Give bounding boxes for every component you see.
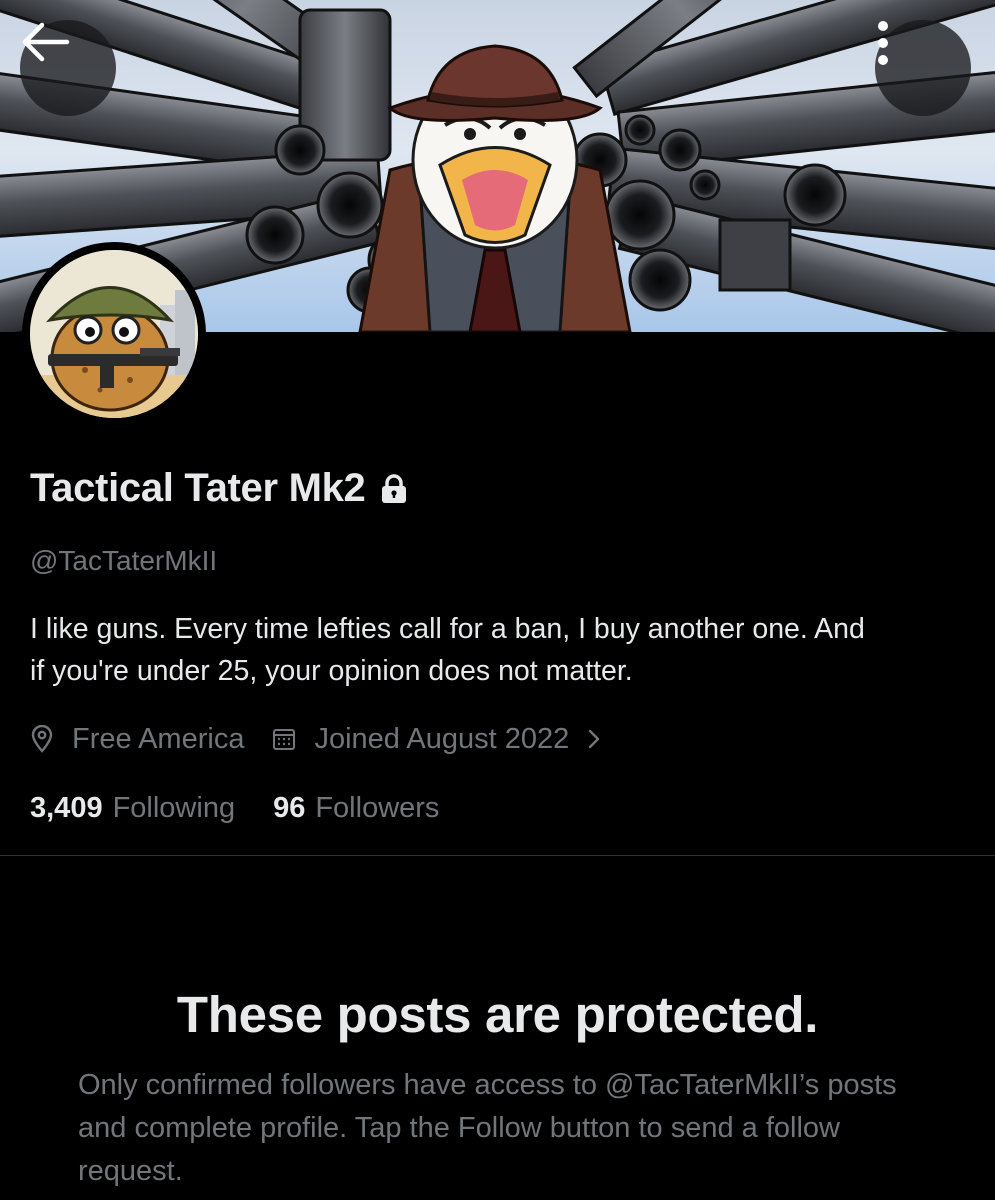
- joined-text: Joined August 2022: [314, 722, 570, 755]
- protected-description: Only confirmed followers have access to …: [78, 1069, 897, 1187]
- arrow-left-icon: [22, 22, 70, 62]
- location-pin-icon: [31, 725, 53, 753]
- followers-link[interactable]: 96 Followers: [273, 792, 439, 825]
- back-button[interactable]: [20, 20, 116, 116]
- more-options-button[interactable]: [875, 20, 971, 116]
- following-count: 3,409: [30, 791, 103, 824]
- profile-name-row: Tactical Tater Mk2: [30, 466, 407, 511]
- avatar[interactable]: [22, 242, 206, 426]
- followers-label: Followers: [315, 791, 440, 824]
- bio-line: I like guns. Every time lefties call for…: [30, 613, 865, 645]
- follow-stats: 3,409 Following 96 Followers: [30, 787, 439, 829]
- following-label: Following: [112, 791, 236, 824]
- lock-icon: [382, 473, 407, 503]
- profile-meta: Free America Joined August 2022: [30, 718, 619, 760]
- joined-item[interactable]: Joined August 2022: [272, 723, 619, 756]
- avatar-image: [30, 250, 198, 418]
- following-link[interactable]: 3,409 Following: [30, 792, 235, 825]
- location-text: Free America: [72, 722, 245, 755]
- protected-title: These posts are protected.: [176, 986, 819, 1043]
- bio-line: if you're under 25, your opinion does no…: [30, 655, 633, 687]
- profile-bio: I like guns. Every time lefties call for…: [30, 608, 975, 692]
- chevron-right-icon: [589, 729, 600, 749]
- calendar-icon: [273, 729, 296, 750]
- location-item: Free America: [30, 723, 244, 756]
- followers-count: 96: [273, 791, 306, 824]
- profile-handle: @TacTaterMkII: [30, 545, 218, 576]
- divider: [0, 855, 995, 856]
- profile-name: Tactical Tater Mk2: [30, 466, 366, 510]
- more-vertical-icon: [878, 21, 888, 65]
